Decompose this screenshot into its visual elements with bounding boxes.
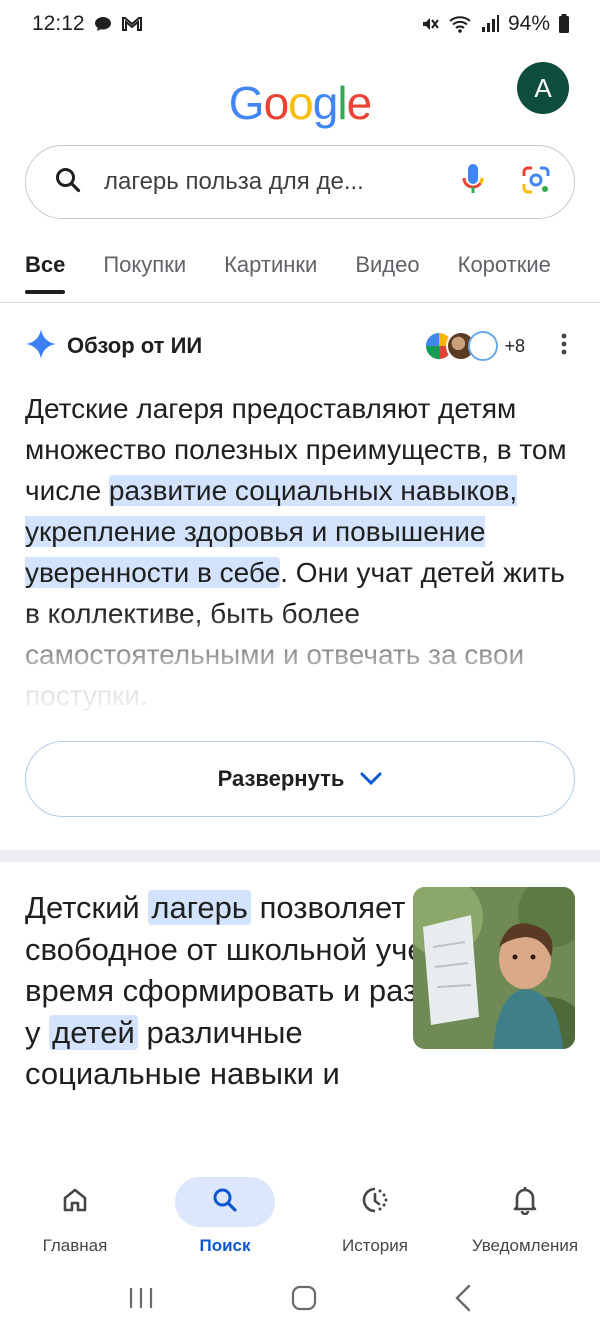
nav-notifications-label: Уведомления (471, 1236, 579, 1255)
tab-shopping[interactable]: Покупки (103, 240, 186, 290)
signal-icon (480, 14, 500, 34)
battery-icon (558, 14, 570, 34)
wifi-icon (448, 14, 472, 34)
nav-notifications[interactable]: Уведомления (450, 1168, 600, 1268)
snippet-highlight-1: лагерь (148, 890, 251, 925)
nav-history-label: История (342, 1236, 408, 1255)
status-bar: 12:12 94% (0, 0, 600, 48)
search-box[interactable]: лагерь польза для де... (25, 145, 575, 219)
battery-percent: 94% (507, 12, 550, 35)
expand-label: Развернуть (217, 766, 345, 791)
logo-letter: g (312, 77, 339, 129)
result-thumbnail[interactable] (413, 887, 575, 1049)
expand-button[interactable]: Развернуть (25, 741, 575, 817)
logo-letter: o (288, 77, 314, 129)
back-icon[interactable] (453, 1284, 473, 1317)
logo-letter: l (337, 77, 347, 129)
history-icon (360, 1185, 390, 1220)
sparkle-icon (25, 328, 57, 365)
mute-icon (420, 14, 440, 34)
nav-search-label: Поиск (199, 1236, 251, 1255)
tabs-divider (0, 302, 600, 303)
source-favicon-3 (468, 331, 499, 361)
chat-icon (93, 14, 113, 34)
tab-all[interactable]: Все (25, 240, 66, 294)
section-divider (0, 850, 600, 862)
bottom-navigation: Главная Поиск История Уведомления (0, 1168, 600, 1268)
ai-text-fade (0, 610, 600, 740)
logo-letter: G (228, 77, 265, 129)
nav-history[interactable]: История (300, 1168, 450, 1268)
tab-images[interactable]: Картинки (224, 240, 317, 290)
logo-letter: e (346, 77, 373, 129)
gmail-icon (121, 15, 143, 33)
search-icon (211, 1186, 239, 1219)
more-vert-icon[interactable] (561, 333, 567, 360)
avatar-letter: A (534, 72, 552, 103)
nav-search[interactable]: Поиск (150, 1168, 300, 1268)
snippet-part-1: Детский (25, 890, 149, 925)
search-tabs: Все Покупки Картинки Видео Короткие (25, 240, 551, 302)
system-navigation-bar (0, 1268, 600, 1332)
logo-letter: o (263, 77, 290, 129)
home-icon (61, 1186, 89, 1219)
search-input[interactable]: лагерь польза для де... (104, 168, 462, 196)
nav-home[interactable]: Главная (0, 1168, 150, 1268)
source-avatars[interactable]: +8 (424, 331, 525, 361)
ai-overview-title: Обзор от ИИ (67, 333, 203, 358)
nav-home-label: Главная (42, 1236, 108, 1255)
tab-video[interactable]: Видео (355, 240, 419, 290)
snippet-highlight-2: детей (49, 1014, 138, 1050)
mic-icon[interactable] (462, 163, 484, 202)
ai-overview-header: Обзор от ИИ +8 (25, 328, 575, 364)
search-icon (54, 166, 82, 199)
lens-icon[interactable] (520, 164, 552, 201)
chevron-down-icon (360, 766, 382, 792)
sources-count: +8 (504, 335, 525, 356)
tab-shorts[interactable]: Короткие (458, 240, 551, 290)
avatar[interactable]: A (517, 62, 569, 114)
bell-icon (511, 1185, 539, 1220)
home-button-icon[interactable] (290, 1284, 318, 1317)
status-time: 12:12 (32, 12, 85, 35)
google-logo[interactable]: Google (0, 76, 600, 130)
recent-apps-icon[interactable] (127, 1286, 155, 1315)
